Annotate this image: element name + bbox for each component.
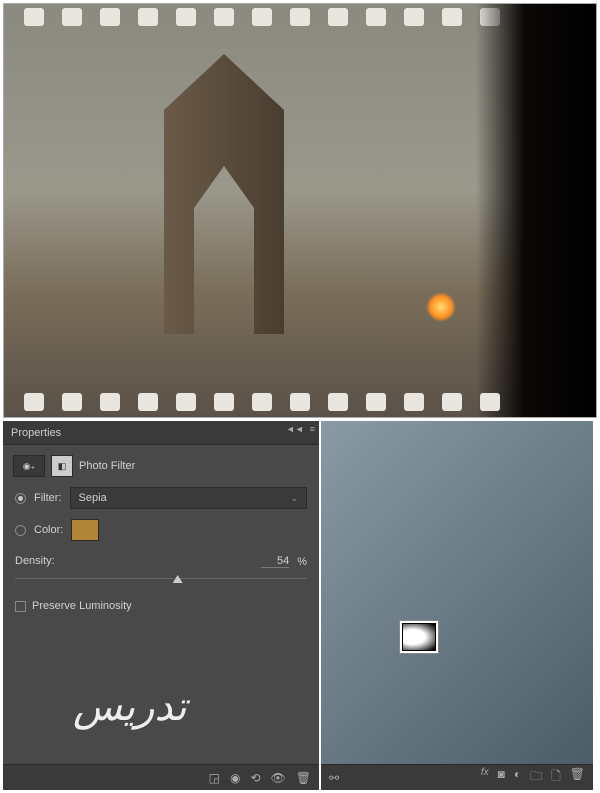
- adjustment-name: Photo Filter: [79, 460, 135, 472]
- new-layer-icon[interactable]: 🗋: [551, 767, 561, 788]
- bridge-photo: [44, 54, 476, 387]
- color-swatch[interactable]: [71, 519, 99, 541]
- preserve-luminosity-checkbox[interactable]: [15, 601, 26, 612]
- filter-label: Filter:: [34, 492, 62, 504]
- view-previous-icon[interactable]: ◉: [230, 771, 240, 785]
- adjustment-camera-icon: ◉₊: [13, 455, 45, 477]
- preserve-luminosity-label: Preserve Luminosity: [32, 600, 132, 612]
- toggle-visibility-icon[interactable]: 👁: [271, 771, 286, 785]
- properties-title: Properties: [11, 427, 61, 439]
- filter-value: Sepia: [79, 492, 107, 504]
- bridge-tower: [164, 54, 284, 334]
- add-mask-icon[interactable]: ◙: [498, 767, 505, 788]
- layers-panel: ◄◄ ≡ Layers 🔍 Kind ⌄ ▭ ◐ T ▱ 🖻 ⏻ Normal: [321, 421, 593, 790]
- new-group-icon[interactable]: 🗀: [530, 767, 542, 788]
- clip-to-layer-icon[interactable]: ◲: [209, 771, 220, 785]
- filter-dropdown[interactable]: Sepia ⌄: [70, 487, 308, 509]
- delete-adjustment-icon[interactable]: 🗑: [296, 771, 311, 785]
- chevron-down-icon: ⌄: [290, 493, 298, 504]
- panel-menu-icon[interactable]: ≡: [310, 424, 315, 434]
- layer-row[interactable]: 👁 Layer 0 ⊙⌃: [321, 614, 593, 660]
- density-slider[interactable]: [15, 572, 307, 586]
- watermark-logo: تدریس: [73, 683, 187, 730]
- density-unit: %: [297, 556, 307, 568]
- film-texture: [4, 4, 596, 417]
- sun-flare: [426, 292, 456, 322]
- density-label[interactable]: Density:: [15, 555, 55, 568]
- delete-layer-icon[interactable]: 🗑: [570, 767, 585, 788]
- film-dark-edge: [476, 4, 596, 417]
- sprocket-holes-bottom: [24, 393, 596, 413]
- adjustment-mask-icon[interactable]: ◧: [51, 455, 73, 477]
- layer-thumbnail[interactable]: [349, 620, 393, 654]
- color-radio[interactable]: [15, 525, 26, 536]
- link-layers-icon[interactable]: ⚯: [329, 771, 339, 785]
- properties-tab[interactable]: Properties: [3, 421, 319, 445]
- layer-list: 👁 Film Texture 07 👁 ◉₊ Photo Filte... 👁 …: [321, 530, 593, 711]
- color-label: Color:: [34, 524, 63, 536]
- reset-icon[interactable]: ⟲: [250, 771, 260, 785]
- properties-panel: ◄◄ ≡ Properties ◉₊ ◧ Photo Filter Filter…: [3, 421, 319, 790]
- new-adjustment-icon[interactable]: ◐: [514, 767, 521, 788]
- layer-effects-icon[interactable]: fx: [481, 767, 489, 788]
- density-value[interactable]: 54: [261, 555, 289, 568]
- filter-radio[interactable]: [15, 493, 26, 504]
- slider-thumb[interactable]: [173, 575, 183, 583]
- canvas-preview[interactable]: [3, 3, 597, 418]
- panel-collapse-icon[interactable]: ◄◄: [286, 424, 304, 434]
- layer-mask-thumbnail[interactable]: [399, 620, 439, 654]
